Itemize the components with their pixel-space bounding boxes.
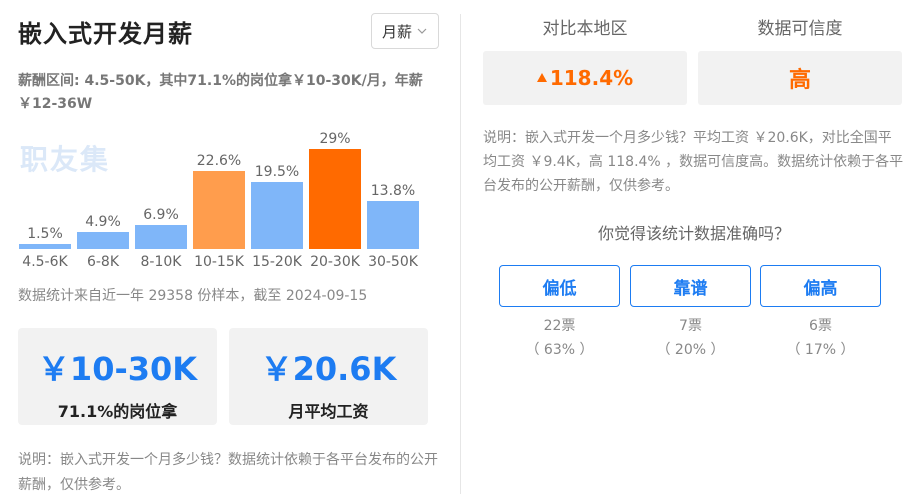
chart-bar	[309, 149, 361, 249]
vote-low-count: 22票 （ 63% ）	[499, 314, 620, 362]
vote-reliable-votes: 7票	[679, 318, 702, 334]
chevron-down-icon	[417, 28, 427, 34]
bar-value-label: 4.9%	[85, 214, 121, 231]
right-explanation: 说明：嵌入式开发一个月多少钱？平均工资 ￥20.6K，对比全国平均工资 ￥9.4…	[483, 130, 904, 194]
compare-region-heading: 对比本地区	[542, 19, 628, 39]
bar-column: 4.9% 6-8K	[77, 125, 129, 270]
bar-value-label: 13.8%	[370, 183, 416, 200]
bar-column: 6.9% 8-10K	[135, 125, 187, 270]
salary-distribution-chart: 1.5% 4.5-6K 4.9% 6-8K 6.9% 8-10K 22.6% 10-15K 19…	[10, 125, 430, 270]
bar-value-label: 19.5%	[254, 163, 300, 180]
sample-note: 数据统计来自近一年 29358 份样本，截至 2024-09-15	[18, 288, 368, 304]
compare-region-box: 118.4%	[483, 51, 687, 105]
salary-range-card: ￥10-30K 71.1%的岗位拿	[18, 328, 217, 425]
chart-bar	[367, 201, 419, 249]
vote-low-button[interactable]: 偏低	[499, 265, 620, 307]
bar-value-label: 29%	[319, 131, 351, 147]
salary-panel: 嵌入式开发月薪 月薪 薪酬区间: 4.5-50K，其中71.1%的岗位拿￥10-…	[0, 0, 460, 502]
reliability-heading: 数据可信度	[757, 19, 843, 39]
period-select[interactable]: 月薪	[371, 13, 439, 49]
average-salary-label: 月平均工资	[288, 402, 369, 421]
page-title: 嵌入式开发月薪	[18, 20, 193, 48]
average-salary-card: ￥20.6K 月平均工资	[229, 328, 428, 425]
bar-value-label: 22.6%	[196, 153, 242, 170]
bar-column: 19.5% 15-20K	[251, 125, 303, 270]
vote-low-votes: 22票	[543, 318, 576, 334]
bar-value-label: 6.9%	[143, 207, 179, 224]
bar-column: 29% 20-30K	[309, 125, 361, 270]
bar-column: 1.5% 4.5-6K	[19, 125, 71, 270]
bar-category-label: 30-50K	[368, 254, 418, 270]
vote-reliable-percent: （ 20% ）	[656, 342, 725, 358]
chart-bar	[19, 243, 71, 249]
bar-value-label: 1.5%	[27, 225, 63, 242]
vote-high-percent: （ 17% ）	[786, 342, 855, 358]
salary-range-label: 71.1%的岗位拿	[57, 402, 178, 421]
salary-range-text: 薪酬区间: 4.5-50K，其中71.1%的岗位拿￥10-30K/月，年薪￥12…	[18, 73, 423, 112]
bar-column: 22.6% 10-15K	[193, 125, 245, 270]
vote-high-votes: 6票	[809, 318, 832, 334]
salary-range-value: ￥10-30K	[37, 350, 198, 388]
vote-low-percent: （ 63% ）	[525, 342, 594, 358]
average-salary-value: ￥20.6K	[260, 350, 397, 388]
period-select-label: 月薪	[381, 22, 412, 41]
chart-bar	[251, 181, 303, 249]
compare-region-value: 118.4%	[549, 66, 634, 90]
vote-high-button[interactable]: 偏高	[760, 265, 881, 307]
chart-bar	[77, 232, 129, 249]
left-explanation: 说明：嵌入式开发一个月多少钱？数据统计依赖于各平台发布的公开薪酬，仅供参考。	[18, 452, 438, 493]
reliability-value: 高	[788, 68, 811, 93]
chart-bar	[135, 225, 187, 249]
vote-high-count: 6票 （ 17% ）	[760, 314, 881, 362]
chart-bar	[193, 171, 245, 249]
arrow-up-icon	[536, 72, 547, 82]
vote-reliable-count: 7票 （ 20% ）	[630, 314, 751, 362]
bar-column: 13.8% 30-50K	[367, 125, 419, 270]
poll-question: 你觉得该统计数据准确吗？	[597, 224, 790, 243]
reliability-box: 高	[698, 51, 902, 105]
panel-divider	[460, 14, 461, 494]
vote-reliable-button[interactable]: 靠谱	[630, 265, 751, 307]
